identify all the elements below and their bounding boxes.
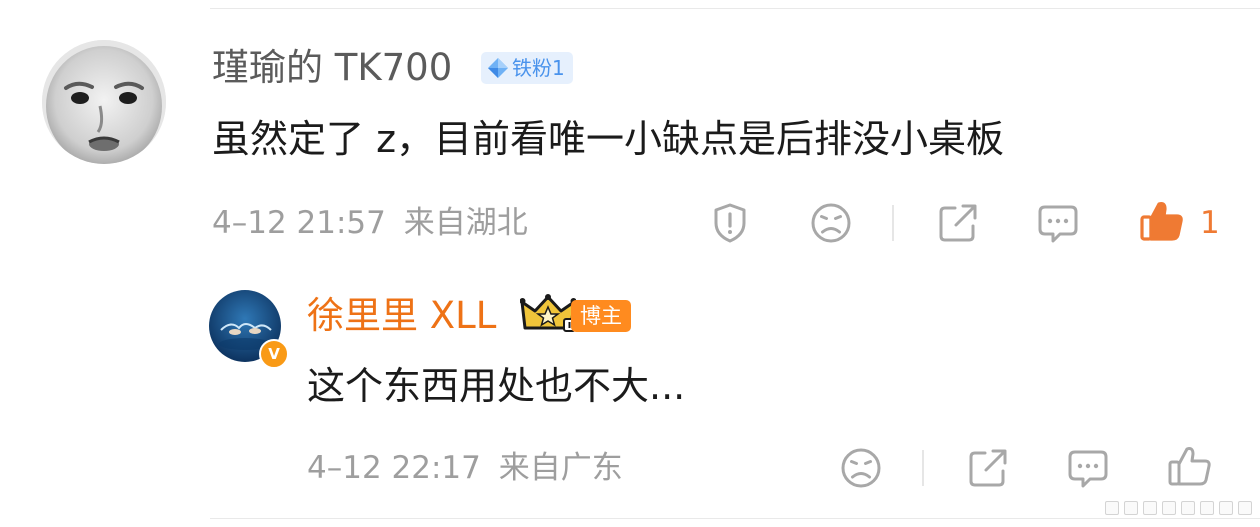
comment-time: 4–12 21:57 [212,205,386,241]
report-icon[interactable] [708,201,752,245]
comment-thread: 瑾瑜的 TK700 铁粉1 虽然定了 z，目前看唯一小缺点是后排没小桌板 4–1… [0,0,1260,527]
bottom-divider [210,518,1260,519]
like-icon[interactable] [1139,198,1185,244]
action-separator [892,205,894,241]
reply-share-icon[interactable] [966,446,1010,490]
reply-like-icon[interactable] [1167,443,1213,489]
watermark [1105,501,1252,515]
share-icon[interactable] [936,201,980,245]
crown-icon [520,294,576,332]
comment-location: 来自湖北 [403,205,528,241]
comment-icon[interactable] [1036,201,1080,245]
reply-text[interactable]: 这个东西用处也不大... [307,361,685,411]
like-count: 1 [1200,205,1220,241]
reply-meta: 4–12 22:17 来自广东 [307,448,623,488]
top-divider [210,8,1260,9]
blogger-badge-label: 博主 [580,304,622,328]
frown-icon[interactable] [809,201,853,245]
reply-comment-icon[interactable] [1066,446,1110,490]
avatar[interactable] [42,40,166,164]
fan-badge[interactable]: 铁粉1 [481,52,573,84]
fan-badge-label: 铁粉1 [512,56,565,80]
baby-face-avatar [42,40,166,164]
comment-author[interactable]: 瑾瑜的 TK700 [212,44,452,92]
reply-time: 4–12 22:17 [307,450,481,486]
comment-text[interactable]: 虽然定了 z，目前看唯一小缺点是后排没小桌板 [212,114,1004,164]
verified-badge: V [259,339,289,369]
reply-location: 来自广东 [498,450,623,486]
reply-action-separator [922,450,924,486]
comment-meta: 4–12 21:57 来自湖北 [212,203,528,243]
diamond-icon [488,58,508,78]
blogger-badge[interactable]: 博主 [571,300,631,332]
reply-frown-icon[interactable] [839,446,883,490]
reply-author[interactable]: 徐里里 XLL [307,292,496,340]
